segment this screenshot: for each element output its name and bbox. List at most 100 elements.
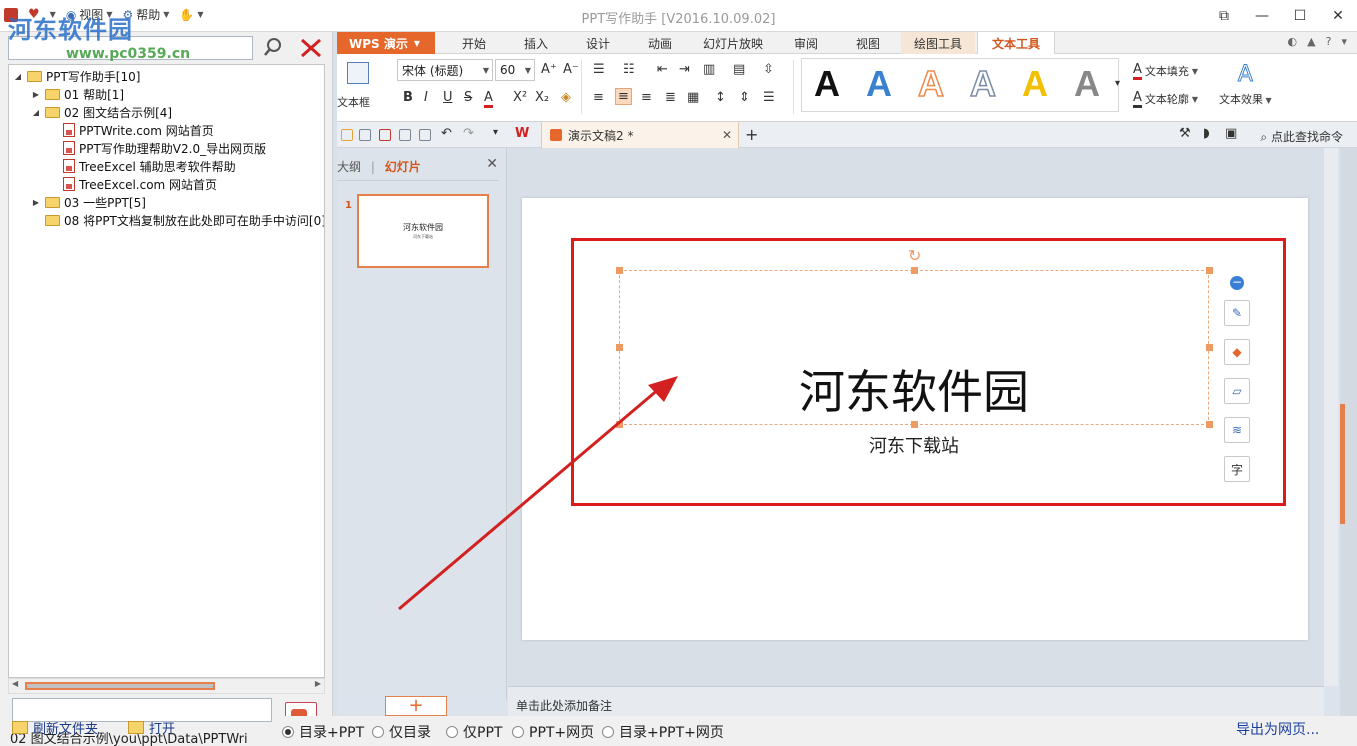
text-style-orange-outline[interactable]: A xyxy=(917,62,945,105)
tree-item[interactable]: ▶ 03 一些PPT[5] xyxy=(31,193,146,211)
expand-icon[interactable]: ▶ xyxy=(31,198,41,207)
tab-start[interactable]: 开始 xyxy=(449,32,499,54)
wps-home-icon[interactable]: W xyxy=(515,126,529,141)
close-tab-icon[interactable]: ✕ xyxy=(722,128,732,142)
expand-icon[interactable]: ▶ xyxy=(31,90,41,99)
tab-slideshow[interactable]: 幻灯片放映 xyxy=(695,32,771,54)
text-style-yellow[interactable]: A xyxy=(1022,63,1048,105)
columns-icon[interactable]: ▥ xyxy=(703,62,715,77)
text-style-gray[interactable]: A xyxy=(1074,63,1100,105)
align-left-icon[interactable]: ≡ xyxy=(593,90,604,105)
customize-icon[interactable]: ▾ xyxy=(493,127,498,138)
tab-slides[interactable]: 幻灯片 xyxy=(385,160,421,174)
tree-item[interactable]: TreeExcel 辅助思考软件帮助 xyxy=(63,157,236,175)
strikethrough-icon[interactable]: S xyxy=(464,90,472,105)
distribute-icon[interactable]: ▦ xyxy=(687,90,699,105)
bold-icon[interactable]: B xyxy=(403,90,413,105)
text-fill-button[interactable]: A 文本填充 ▼ xyxy=(1133,62,1198,80)
tree-item[interactable]: TreeExcel.com 网站首页 xyxy=(63,175,217,193)
refresh-folder-button[interactable]: 刷新文件夹 xyxy=(12,718,98,737)
option-toc-only[interactable]: 仅目录 xyxy=(372,722,431,742)
tool-icon-2[interactable]: ◗ xyxy=(1203,126,1210,141)
font-shrink-icon[interactable]: A⁻ xyxy=(563,62,579,77)
pin-icon[interactable]: ▲ xyxy=(1307,35,1315,48)
notes-area[interactable]: 单击此处添加备注 xyxy=(508,686,1324,716)
chevron-down-icon[interactable]: ▾ xyxy=(1341,35,1347,48)
tree-item[interactable]: ◢ 02 图文结合示例[4] xyxy=(31,103,172,121)
print-icon[interactable] xyxy=(399,129,411,141)
minimize-button[interactable]: — xyxy=(1243,0,1281,32)
tab-drawing-tools[interactable]: 绘图工具 xyxy=(901,32,975,54)
subscript-icon[interactable]: X₂ xyxy=(535,90,549,105)
open-icon[interactable] xyxy=(341,129,353,141)
search-icon[interactable] xyxy=(262,36,284,58)
bullet-list-icon[interactable]: ☰ xyxy=(593,62,605,77)
decrease-indent-icon[interactable]: ⇤ xyxy=(657,62,668,77)
wps-menu-button[interactable]: WPS 演示 ▼ xyxy=(337,32,435,54)
font-grow-icon[interactable]: A⁺ xyxy=(541,62,557,77)
tree-item[interactable]: PPT写作助理帮助V2.0_导出网页版 xyxy=(63,139,266,157)
justify-icon[interactable]: ≣ xyxy=(665,90,676,105)
close-button[interactable]: ✕ xyxy=(1319,0,1357,32)
textbox-button[interactable]: 文本框 xyxy=(337,58,383,116)
tree-item[interactable]: ▶ 01 帮助[1] xyxy=(31,85,124,103)
paragraph-icon[interactable]: ☰ xyxy=(763,90,775,105)
paragraph-spacing-icon[interactable]: ⇕ xyxy=(739,90,750,105)
text-effect-button[interactable]: A 文本效果 ▼ xyxy=(1219,62,1272,107)
restore-icon[interactable]: ⧉ xyxy=(1205,0,1243,32)
horizontal-scrollbar[interactable]: ◀ ▶ xyxy=(8,678,325,694)
new-tab-icon[interactable]: + xyxy=(745,125,758,144)
font-name-select[interactable]: 宋体 (标题) ▼ xyxy=(397,59,493,81)
tab-text-tools[interactable]: 文本工具 xyxy=(977,32,1055,54)
option-toc-ppt-web[interactable]: 目录+PPT+网页 xyxy=(602,722,724,742)
tab-animation[interactable]: 动画 xyxy=(635,32,685,54)
clear-format-icon[interactable]: ◈ xyxy=(561,90,571,105)
numbered-list-icon[interactable]: ☷ xyxy=(623,62,635,77)
open-button[interactable]: 打开 xyxy=(128,718,175,737)
text-style-blue[interactable]: A xyxy=(866,63,892,105)
gallery-more-icon[interactable]: ▾ xyxy=(1115,78,1120,89)
italic-icon[interactable]: I xyxy=(424,90,428,105)
tree-item[interactable]: 08 将PPT文档复制放在此处即可在助手中访问[0] xyxy=(45,211,324,229)
increase-indent-icon[interactable]: ⇥ xyxy=(679,62,690,77)
tab-view[interactable]: 视图 xyxy=(843,32,893,54)
tree-root[interactable]: ◢ PPT写作助手[10] xyxy=(13,67,141,85)
superscript-icon[interactable]: X² xyxy=(513,90,527,105)
collapse-icon[interactable]: ◢ xyxy=(31,108,41,117)
text-direction-icon[interactable]: ▤ xyxy=(733,62,745,77)
font-color-icon[interactable]: A xyxy=(484,90,493,108)
tab-outline[interactable]: 大纲 xyxy=(337,160,361,174)
option-ppt-only[interactable]: 仅PPT xyxy=(446,722,502,742)
print-preview-icon[interactable] xyxy=(419,129,431,141)
text-outline-button[interactable]: A 文本轮廓 ▼ xyxy=(1133,90,1198,108)
add-slide-button[interactable]: + xyxy=(385,696,447,716)
text-style-black[interactable]: A xyxy=(814,63,840,105)
save-icon[interactable] xyxy=(359,129,371,141)
tool-icon-1[interactable]: ⚒ xyxy=(1179,126,1191,141)
clear-icon[interactable] xyxy=(298,35,324,61)
scroll-right-icon[interactable]: ▶ xyxy=(315,679,321,688)
text-style-gray-outline[interactable]: A xyxy=(969,62,997,105)
collapse-icon[interactable]: ◢ xyxy=(13,72,23,81)
option-ppt-web[interactable]: PPT+网页 xyxy=(512,722,594,742)
tree-item[interactable]: PPTWrite.com 网站首页 xyxy=(63,121,214,139)
help-icon[interactable]: ? xyxy=(1326,35,1332,48)
font-size-select[interactable]: 60 ▼ xyxy=(495,59,535,81)
comment-icon[interactable]: ▣ xyxy=(1225,126,1237,141)
tab-insert[interactable]: 插入 xyxy=(511,32,561,54)
document-tab[interactable]: 演示文稿2 * ✕ xyxy=(541,122,739,148)
side-panel-toggle[interactable] xyxy=(1340,404,1345,524)
undo-icon[interactable]: ↶ xyxy=(441,126,452,141)
align-center-icon[interactable]: ≡ xyxy=(615,88,632,105)
underline-icon[interactable]: U xyxy=(443,90,453,105)
vertical-scrollbar[interactable] xyxy=(1324,148,1338,686)
close-panel-icon[interactable]: ✕ xyxy=(486,156,498,172)
line-spacing-icon[interactable]: ↕ xyxy=(715,90,726,105)
slide-thumbnail[interactable]: 河东软件园 河东下载站 xyxy=(357,194,489,268)
skin-icon[interactable]: ◐ xyxy=(1288,35,1298,48)
scrollbar-thumb[interactable] xyxy=(25,682,215,690)
maximize-button[interactable]: ☐ xyxy=(1281,0,1319,32)
find-command[interactable]: ⌕ 点此查找命令 xyxy=(1260,128,1343,145)
align-right-icon[interactable]: ≡ xyxy=(641,90,652,105)
tab-design[interactable]: 设计 xyxy=(573,32,623,54)
